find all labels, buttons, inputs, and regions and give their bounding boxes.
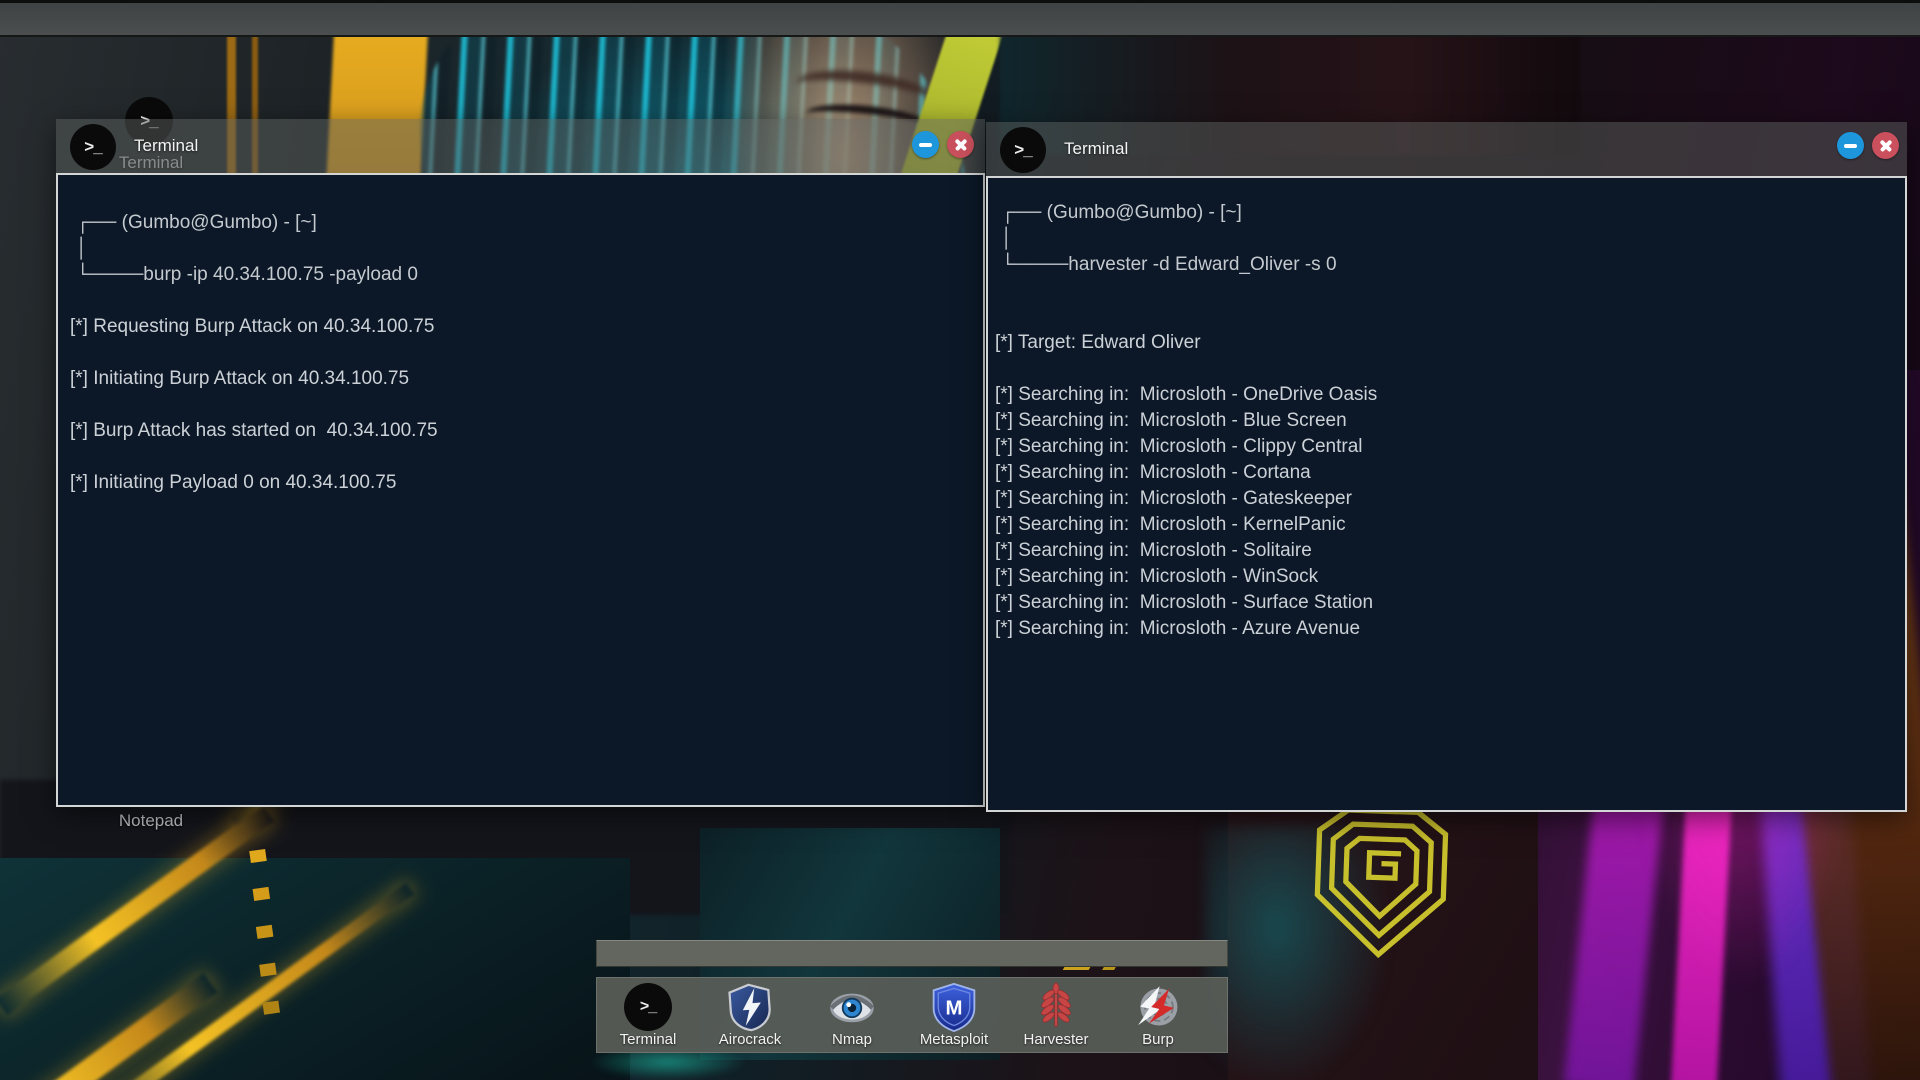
terminal-window-burp: >_ Terminal ┌── (Gumbo@Gumbo) - [~]│└───… <box>56 119 985 807</box>
terminal-line <box>995 304 1895 330</box>
terminal-line <box>70 288 973 314</box>
terminal-line: └────harvester -d Edward_Oliver -s 0 <box>1001 252 1895 278</box>
dock-item-label: Nmap <box>832 1031 872 1048</box>
terminal-line: [*] Searching in: Microsloth - Surface S… <box>995 590 1895 616</box>
terminal-line: ┌── (Gumbo@Gumbo) - [~] <box>76 210 973 236</box>
terminal-prompt-glyph: >_ <box>1014 140 1031 160</box>
terminal-line <box>70 340 973 366</box>
terminal-line: [*] Searching in: Microsloth - Cortana <box>995 460 1895 486</box>
dock-top-panel <box>596 940 1228 967</box>
dock: >_ Terminal Airocrack <box>596 977 1228 1053</box>
terminal-line <box>995 356 1895 382</box>
terminal-line: [*] Searching in: Microsloth - Azure Ave… <box>995 616 1895 642</box>
terminal-line <box>995 278 1895 304</box>
terminal-icon[interactable]: >_ <box>623 982 673 1032</box>
svg-text:M: M <box>946 997 963 1019</box>
terminal-line: [*] Target: Edward Oliver <box>995 330 1895 356</box>
airocrack-shield-icon[interactable] <box>725 982 775 1032</box>
window-titlebar[interactable]: >_ Terminal <box>56 119 985 173</box>
terminal-line: │ <box>76 236 973 262</box>
metasploit-shield-icon[interactable]: M <box>929 982 979 1032</box>
dock-item-nmap[interactable]: Nmap <box>801 978 903 1052</box>
dock-item-terminal[interactable]: >_ Terminal <box>597 978 699 1052</box>
dock-item-label: Burp <box>1142 1031 1174 1048</box>
dock-item-burp[interactable]: Burp <box>1107 978 1209 1052</box>
terminal-line: │ <box>1001 226 1895 252</box>
terminal-line: └────burp -ip 40.34.100.75 -payload 0 <box>76 262 973 288</box>
terminal-icon: >_ <box>1000 127 1046 173</box>
terminal-line: ┌── (Gumbo@Gumbo) - [~] <box>1001 200 1895 226</box>
terminal-body[interactable]: ┌── (Gumbo@Gumbo) - [~]│└────burp -ip 40… <box>56 173 985 807</box>
window-title: Terminal <box>134 119 198 173</box>
terminal-line: [*] Searching in: Microsloth - Solitaire <box>995 538 1895 564</box>
terminal-output[interactable]: ┌── (Gumbo@Gumbo) - [~]│└────burp -ip 40… <box>58 175 983 805</box>
terminal-prompt-glyph: >_ <box>640 998 656 1016</box>
dock-item-airocrack[interactable]: Airocrack <box>699 978 801 1052</box>
window-title: Terminal <box>1064 122 1128 176</box>
terminal-line: [*] Requesting Burp Attack on 40.34.100.… <box>70 314 973 340</box>
minimize-button[interactable] <box>912 131 939 158</box>
wallpaper-shape <box>249 849 267 863</box>
terminal-line: [*] Searching in: Microsloth - OneDrive … <box>995 382 1895 408</box>
terminal-body[interactable]: ┌── (Gumbo@Gumbo) - [~]│└────harvester -… <box>986 176 1907 812</box>
nmap-eye-icon[interactable] <box>827 982 877 1032</box>
burp-bolt-icon[interactable] <box>1133 982 1183 1032</box>
terminal-window-harvester: >_ Terminal ┌── (Gumbo@Gumbo) - [~]│└───… <box>986 122 1907 812</box>
terminal-icon: >_ <box>70 124 116 170</box>
close-button[interactable] <box>947 131 974 158</box>
terminal-line: [*] Searching in: Microsloth - KernelPan… <box>995 512 1895 538</box>
close-button[interactable] <box>1872 132 1899 159</box>
terminal-line: [*] Initiating Payload 0 on 40.34.100.75 <box>70 470 973 496</box>
terminal-line: [*] Searching in: Microsloth - Gateskeep… <box>995 486 1895 512</box>
terminal-line <box>70 392 973 418</box>
dock-item-label: Airocrack <box>719 1031 782 1048</box>
wallpaper-shape <box>0 858 630 1080</box>
top-panel <box>0 0 1920 37</box>
terminal-line <box>70 444 973 470</box>
dock-item-harvester[interactable]: Harvester <box>1005 978 1107 1052</box>
terminal-prompt-glyph: >_ <box>84 137 101 157</box>
harvester-wheat-icon[interactable] <box>1031 982 1081 1032</box>
dock-item-label: Terminal <box>620 1031 677 1048</box>
dock-item-label: Metasploit <box>920 1031 988 1048</box>
minimize-button[interactable] <box>1837 132 1864 159</box>
terminal-line: [*] Searching in: Microsloth - Blue Scre… <box>995 408 1895 434</box>
crest-graphic <box>1293 800 1468 985</box>
terminal-output[interactable]: ┌── (Gumbo@Gumbo) - [~]│└────harvester -… <box>988 178 1905 810</box>
terminal-line: [*] Searching in: Microsloth - WinSock <box>995 564 1895 590</box>
dock-item-label: Harvester <box>1023 1031 1088 1048</box>
dock-item-metasploit[interactable]: M Metasploit <box>903 978 1005 1052</box>
terminal-line: [*] Initiating Burp Attack on 40.34.100.… <box>70 366 973 392</box>
terminal-line: [*] Searching in: Microsloth - Clippy Ce… <box>995 434 1895 460</box>
window-titlebar[interactable]: >_ Terminal <box>986 122 1907 176</box>
desktop-icon-notepad-label[interactable]: Notepad <box>81 811 221 831</box>
terminal-line: [*] Burp Attack has started on 40.34.100… <box>70 418 973 444</box>
